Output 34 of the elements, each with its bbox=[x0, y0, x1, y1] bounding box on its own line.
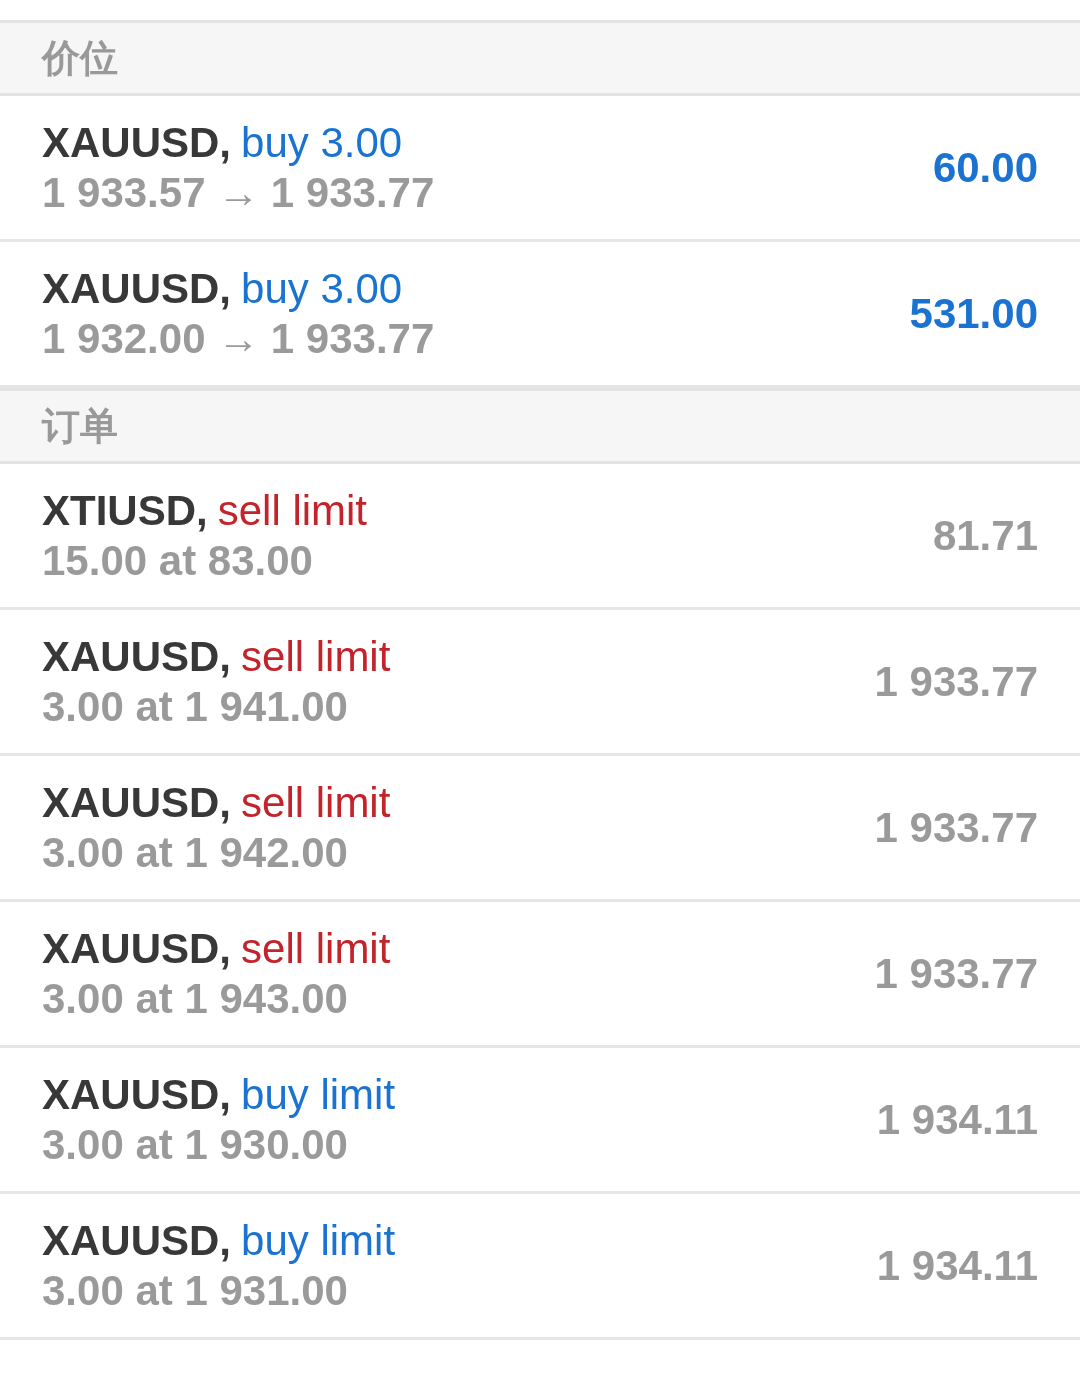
order-detail: 1 933.57 → 1 933.77 bbox=[42, 167, 435, 218]
order-detail: 3.00 at 1 943.00 bbox=[42, 973, 349, 1024]
order-type: sell limit bbox=[241, 923, 391, 974]
symbol: XTIUSD, bbox=[42, 485, 208, 536]
order-type: sell limit bbox=[241, 631, 391, 682]
symbol: XAUUSD, bbox=[42, 777, 232, 828]
order-type: sell limit bbox=[241, 777, 391, 828]
current-price: 1 933.77 bbox=[874, 949, 1038, 999]
current-price: 1 934.11 bbox=[876, 1241, 1038, 1291]
profit-value: 531.00 bbox=[909, 289, 1038, 339]
order-detail: 3.00 at 1 941.00 bbox=[42, 681, 349, 732]
order-type: buy 3.00 bbox=[241, 117, 403, 168]
section-title: 价位 bbox=[42, 35, 118, 81]
current-price: 81.71 bbox=[932, 511, 1038, 561]
order-detail: 15.00 at 83.00 bbox=[42, 535, 314, 586]
section-title: 订单 bbox=[42, 403, 118, 449]
symbol: XAUUSD, bbox=[42, 1069, 232, 1120]
symbol: XAUUSD, bbox=[42, 631, 232, 682]
current-price: 1 933.77 bbox=[874, 657, 1038, 707]
profit-value: 60.00 bbox=[932, 143, 1038, 193]
current-price: 1 933.77 bbox=[874, 803, 1038, 853]
current-price: 1 934.11 bbox=[876, 1095, 1038, 1145]
symbol: XAUUSD, bbox=[42, 263, 232, 314]
order-type: buy limit bbox=[241, 1069, 396, 1120]
symbol: XAUUSD, bbox=[42, 923, 232, 974]
order-detail: 3.00 at 1 930.00 bbox=[42, 1119, 349, 1170]
order-type: buy 3.00 bbox=[241, 263, 403, 314]
order-type: buy limit bbox=[241, 1215, 396, 1266]
order-detail: 1 932.00 → 1 933.77 bbox=[42, 313, 435, 364]
order-detail: 3.00 at 1 942.00 bbox=[42, 827, 349, 878]
order-detail: 3.00 at 1 931.00 bbox=[42, 1265, 349, 1316]
order-type: sell limit bbox=[217, 485, 368, 536]
symbol: XAUUSD, bbox=[42, 1215, 232, 1266]
symbol: XAUUSD, bbox=[42, 117, 232, 168]
